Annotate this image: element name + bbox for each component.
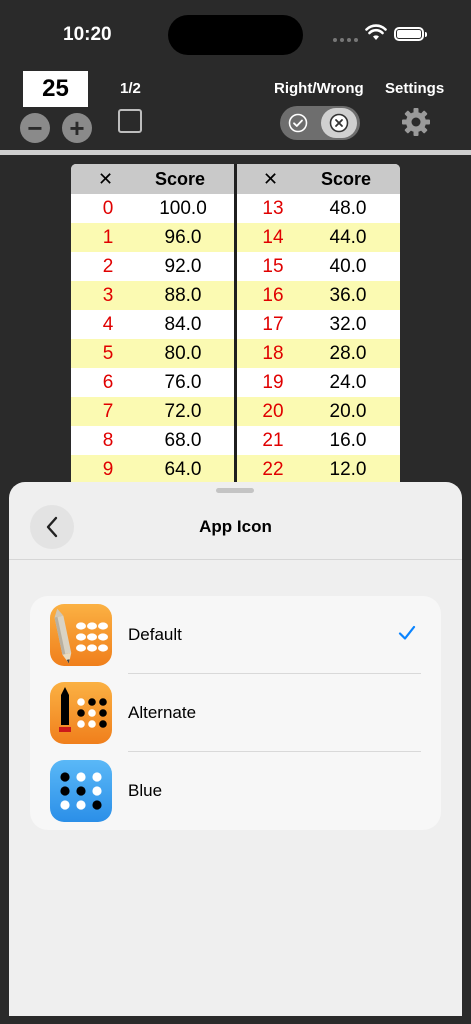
checkmark-icon	[398, 625, 416, 640]
score-value: 36.0	[329, 285, 367, 306]
app-icon-sheet: App Icon Default Alternate Blue	[9, 482, 462, 1016]
header-score-left: Score	[155, 169, 206, 189]
wrong-count: 3	[102, 285, 114, 306]
app-icon-list: Default Alternate Blue	[30, 596, 441, 830]
wrong-count: 1	[102, 227, 114, 248]
status-bar: 10:20	[0, 0, 471, 60]
gear-icon[interactable]	[401, 107, 431, 137]
wifi-icon	[365, 24, 387, 40]
wrong-count: 15	[262, 256, 284, 277]
wrong-count: 22	[262, 459, 284, 480]
wrong-count: 14	[262, 227, 284, 248]
sheet-header-divider	[9, 559, 462, 560]
icon-option-blue[interactable]: Blue	[30, 752, 441, 830]
header-wrong-right: ✕	[263, 169, 279, 189]
icon-option-label: Alternate	[128, 703, 197, 722]
sheet-grabber[interactable]	[216, 488, 254, 493]
score-value: 24.0	[329, 372, 367, 393]
x-circle-icon	[329, 113, 349, 133]
sheet-title: App Icon	[199, 517, 272, 536]
question-count-display: 25	[23, 71, 88, 107]
wrong-count: 19	[262, 372, 284, 393]
right-wrong-toggle[interactable]	[280, 106, 360, 140]
battery-icon	[394, 27, 427, 41]
dynamic-island	[168, 15, 303, 55]
table-column-divider	[234, 164, 237, 484]
score-value: 96.0	[164, 227, 202, 248]
score-value: 72.0	[164, 401, 202, 422]
increment-button[interactable]: +	[62, 113, 92, 143]
score-value: 12.0	[329, 459, 367, 480]
icon-option-label: Blue	[128, 781, 163, 800]
cellular-signal-icon	[333, 38, 358, 42]
wrong-count: 20	[262, 401, 284, 422]
score-value: 88.0	[164, 285, 202, 306]
wrong-count: 16	[262, 285, 284, 306]
decrement-button[interactable]: −	[20, 113, 50, 143]
blue-app-icon	[50, 760, 112, 822]
score-value: 44.0	[329, 227, 367, 248]
half-point-checkbox[interactable]	[118, 109, 142, 133]
wrong-count: 13	[262, 198, 284, 219]
score-value: 84.0	[164, 314, 202, 335]
score-value: 92.0	[164, 256, 202, 277]
score-value: 64.0	[164, 459, 202, 480]
score-value: 68.0	[164, 430, 202, 451]
score-value: 76.0	[164, 372, 202, 393]
check-circle-icon[interactable]	[288, 113, 308, 133]
wrong-count: 9	[102, 459, 114, 480]
score-value: 48.0	[329, 198, 367, 219]
score-value: 40.0	[329, 256, 367, 277]
alternate-app-icon	[50, 682, 112, 744]
icon-option-default[interactable]: Default	[30, 596, 441, 674]
icon-option-label: Default	[128, 625, 182, 644]
score-value: 80.0	[164, 343, 202, 364]
wrong-count: 5	[102, 343, 114, 364]
wrong-count: 8	[102, 430, 114, 451]
toolbar-divider	[0, 150, 471, 155]
score-value: 100.0	[159, 198, 207, 219]
score-value: 20.0	[329, 401, 367, 422]
settings-label: Settings	[385, 80, 445, 97]
header-score-right: Score	[321, 169, 372, 189]
score-value: 28.0	[329, 343, 367, 364]
wrong-count: 21	[262, 430, 284, 451]
wrong-count: 0	[102, 198, 114, 219]
wrong-count: 18	[262, 343, 284, 364]
wrong-count: 6	[102, 372, 114, 393]
default-app-icon	[50, 604, 112, 666]
wrong-count: 4	[102, 314, 114, 335]
score-value: 16.0	[329, 430, 367, 451]
wrong-count: 17	[262, 314, 284, 335]
score-value: 32.0	[329, 314, 367, 335]
wrong-count: 2	[102, 256, 114, 277]
right-wrong-label: Right/Wrong	[274, 80, 364, 97]
wrong-count: 7	[102, 401, 114, 422]
icon-option-alternate[interactable]: Alternate	[30, 674, 441, 752]
header-wrong-left: ✕	[98, 169, 114, 189]
wrong-segment[interactable]	[321, 108, 357, 138]
half-point-label: 1/2	[120, 80, 141, 97]
status-time: 10:20	[63, 24, 112, 45]
score-table: ✕ Score ✕ Score 0 100.0 13 48.0 1 96.0 1…	[71, 164, 400, 484]
